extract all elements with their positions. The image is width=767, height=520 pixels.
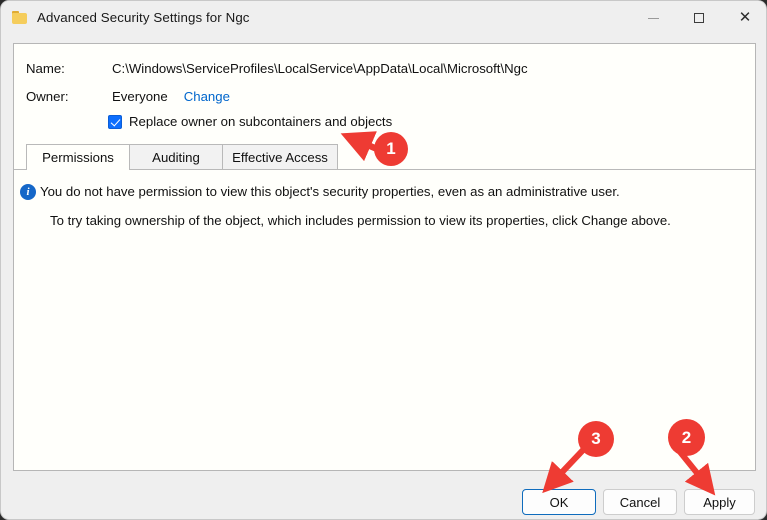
owner-label: Owner:: [26, 89, 69, 104]
permission-warning-row: i You do not have permission to view thi…: [20, 183, 620, 200]
maximize-icon: [694, 12, 704, 23]
tab-permissions-label: Permissions: [42, 150, 114, 165]
apply-button[interactable]: Apply: [684, 489, 755, 515]
owner-value: Everyone: [112, 89, 168, 104]
caption-button-group: ✕: [630, 1, 766, 34]
replace-owner-checkbox-label: Replace owner on subcontainers and objec…: [129, 114, 393, 129]
cancel-button-label: Cancel: [619, 494, 661, 510]
minimize-icon: [647, 17, 659, 19]
folder-icon: [12, 10, 28, 26]
tab-effective-access-label: Effective Access: [232, 149, 328, 165]
permission-warning-text: You do not have permission to view this …: [40, 184, 620, 199]
dialog-footer: OK Cancel Apply: [1, 484, 766, 519]
cancel-button[interactable]: Cancel: [603, 489, 677, 515]
tab-permissions[interactable]: Permissions: [26, 144, 130, 171]
advanced-security-settings-dialog: Advanced Security Settings for Ngc ✕ Nam…: [0, 0, 767, 520]
annotation-badge-2: 2: [668, 419, 705, 456]
annotation-badge-3: 3: [578, 421, 614, 457]
name-value: C:\Windows\ServiceProfiles\LocalService\…: [112, 61, 528, 76]
tab-auditing[interactable]: Auditing: [129, 144, 223, 170]
replace-owner-checkbox[interactable]: [108, 114, 122, 129]
replace-owner-checkbox-row[interactable]: Replace owner on subcontainers and objec…: [108, 114, 392, 129]
change-owner-link[interactable]: Change: [184, 89, 230, 104]
name-label: Name:: [26, 61, 65, 76]
info-icon: i: [20, 184, 36, 200]
maximize-button[interactable]: [676, 1, 722, 34]
permission-warning-detail: To try taking ownership of the object, w…: [50, 213, 671, 228]
title-bar: Advanced Security Settings for Ngc ✕: [1, 1, 766, 34]
owner-row: Owner: Everyone Change: [26, 89, 230, 104]
ok-button[interactable]: OK: [522, 489, 596, 515]
ok-button-label: OK: [549, 494, 569, 510]
annotation-badge-1: 1: [374, 132, 408, 166]
name-row: Name: C:\Windows\ServiceProfiles\LocalSe…: [26, 61, 528, 76]
apply-button-label: Apply: [703, 494, 736, 510]
tab-auditing-label: Auditing: [152, 149, 200, 165]
close-icon: ✕: [738, 8, 752, 26]
main-panel: Name: C:\Windows\ServiceProfiles\LocalSe…: [13, 43, 756, 471]
close-button[interactable]: ✕: [722, 1, 766, 34]
tab-effective-access[interactable]: Effective Access: [222, 144, 338, 170]
minimize-button[interactable]: [630, 1, 676, 34]
window-title: Advanced Security Settings for Ngc: [37, 10, 250, 25]
